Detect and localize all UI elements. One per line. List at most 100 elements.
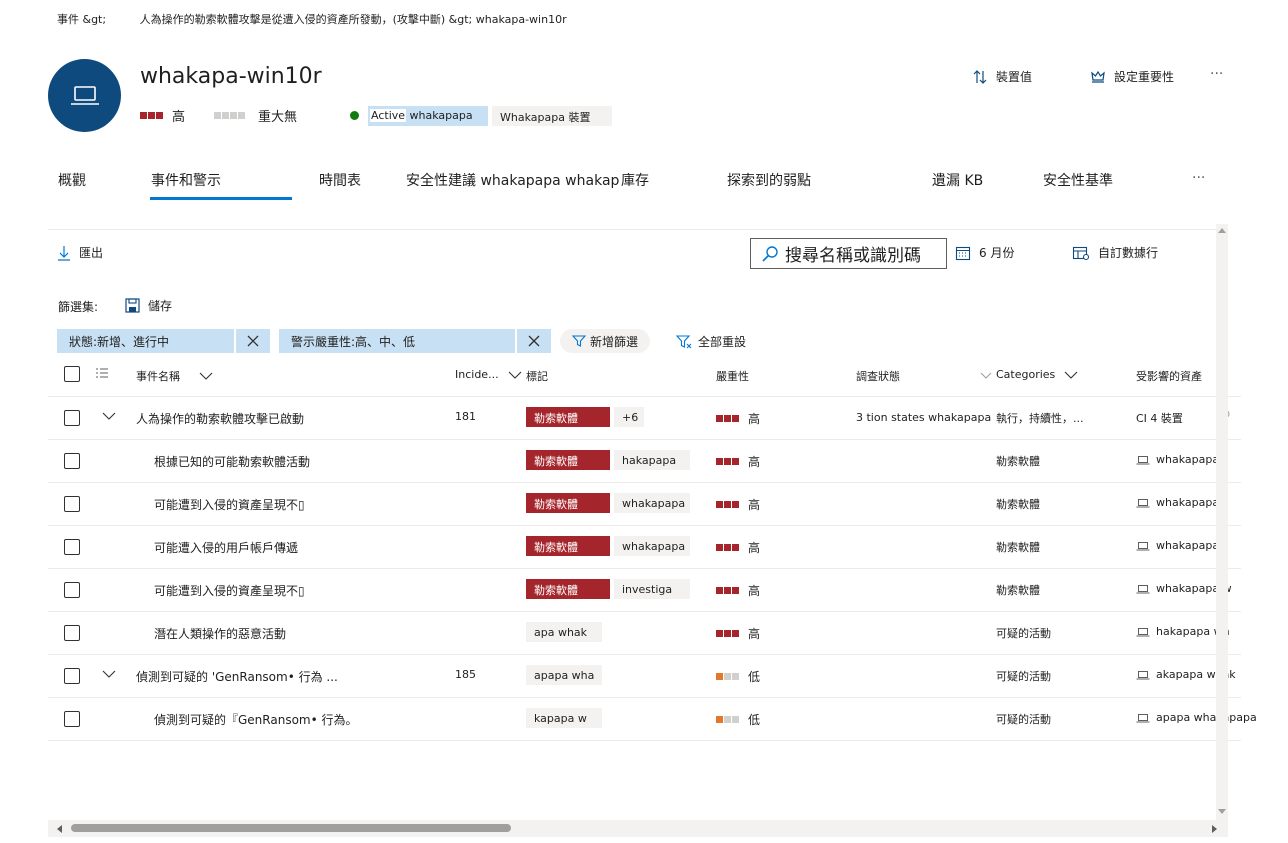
set-criticality-button[interactable]: 設定重要性 [1090,68,1174,85]
table-row[interactable]: 潛在人類操作的惡意活動 apa whak 高 可疑的活動 hakapapa wh [48,612,1241,655]
remove-status-filter-button[interactable] [236,329,270,353]
horizontal-scrollbar[interactable] [48,820,1228,837]
row-checkbox[interactable] [64,453,80,469]
row-checkbox[interactable] [64,582,80,598]
filter-chip-status[interactable]: 狀態:新增、進行中 [57,329,234,353]
export-button[interactable]: 匯出 [57,244,103,261]
search-input[interactable]: 搜尋名稱或識別碼 [750,238,947,269]
column-header-incident[interactable]: Incide... [455,368,523,381]
row-tag-2: investiga [614,579,690,599]
tab-security-recommendations[interactable]: 安全性建議 whakapapa whakap [406,170,619,190]
column-header-name[interactable]: 事件名稱 [136,368,214,384]
table-row[interactable]: 偵測到可疑的『GenRansom• 行為。 kapapa w 低 可疑的活動 a… [48,698,1257,741]
tab-discovered-vulnerabilities[interactable]: 探索到的弱點 [727,170,811,190]
select-all-checkbox[interactable] [64,366,80,382]
row-category: 可疑的活動 [996,713,1051,726]
row-asset[interactable]: apapa whakapapa [1136,711,1257,724]
tab-incidents-alerts[interactable]: 事件和警示 [151,170,221,190]
row-checkbox[interactable] [64,625,80,641]
laptop-icon [1136,713,1150,722]
more-actions-button[interactable]: ··· [1210,66,1223,82]
search-placeholder: 搜尋名稱或識別碼 [785,246,921,266]
column-header-categories[interactable]: Categories [996,368,1079,381]
sort-arrows-icon [973,69,987,84]
row-checkbox[interactable] [64,410,80,426]
filter-chip-severity[interactable]: 警示嚴重性:高、中、低 [279,329,515,353]
row-checkbox[interactable] [64,668,80,684]
table-row[interactable]: 人為操作的勒索軟體攻擊已啟動 181 勒索軟體 +6 高 3 tion stat… [48,397,1241,440]
save-icon [125,298,140,313]
row-asset[interactable]: whakapapa [1136,539,1219,552]
table-row[interactable]: 可能遭入侵的用戶帳戶傳遞 勒索軟體 whakapapa 高 勒索軟體 whaka… [48,526,1241,569]
custom-columns-button[interactable]: 自訂數據行 [1072,244,1158,261]
chevron-down-icon[interactable] [102,411,116,421]
add-filter-button[interactable]: 新增篩選 [560,329,651,353]
row-tag-more[interactable]: +6 [614,407,644,427]
row-name[interactable]: 偵測到可疑的『GenRansom• 行為。 [154,711,358,728]
criticality-label: 重大無 [258,110,298,125]
column-header-assets[interactable]: 受影響的資產 [1136,368,1202,384]
save-filter-button[interactable]: 儲存 [125,297,172,314]
horizontal-scroll-thumb[interactable] [71,824,511,832]
row-tag-2: apa whak [526,622,602,642]
active-tab-indicator [150,197,292,200]
tab-security-baselines[interactable]: 安全性基準 [1043,170,1113,190]
row-incident-id: 181 [455,410,476,423]
remove-severity-filter-button[interactable] [517,329,551,353]
row-name[interactable]: 潛在人類操作的惡意活動 [154,625,286,642]
laptop-icon [1136,498,1150,507]
row-name[interactable]: 偵測到可疑的 'GenRansom• 行為 ... [136,668,338,685]
scroll-left-icon[interactable] [55,824,63,834]
row-name[interactable]: 可能遭到入侵的資產呈現不▯ [154,582,305,599]
row-category: 勒索軟體 [996,584,1040,597]
date-range-button[interactable]: 6 月份 [955,244,1014,261]
scroll-right-icon[interactable] [1211,824,1219,834]
row-checkbox[interactable] [64,496,80,512]
reset-all-button[interactable]: 全部重設 [676,333,746,350]
table-row[interactable]: 可能遭到入侵的資產呈現不▯ 勒索軟體 investiga 高 勒索軟體 whak… [48,569,1241,612]
columns-settings-icon [1072,246,1090,260]
filter-set-label: 篩選集: [58,300,99,314]
row-name[interactable]: 人為操作的勒索軟體攻擊已啟動 [136,410,304,427]
table-row[interactable]: 可能遭到入侵的資產呈現不▯ 勒索軟體 whakapapa 高 勒索軟體 whak… [48,483,1241,526]
close-icon [528,335,540,347]
laptop-icon [1136,541,1150,550]
chevron-down-icon [980,372,992,379]
row-name[interactable]: 根據已知的可能勒索軟體活動 [154,453,310,470]
row-severity: 低 [716,668,760,685]
table-row[interactable]: 根據已知的可能勒索軟體活動 勒索軟體 hakapapa 高 勒索軟體 whaka… [48,440,1241,483]
row-investigation-state: 3 tion states whakapapa [856,411,992,424]
row-checkbox[interactable] [64,711,80,727]
column-header-severity[interactable]: 嚴重性 [716,368,749,384]
search-icon [762,245,778,262]
status-dot-icon [350,111,359,120]
row-name[interactable]: 可能遭到入侵的資產呈現不▯ [154,496,305,513]
breadcrumb-root-link[interactable]: 事件 &gt; [57,13,106,26]
device-value-button[interactable]: 裝置值 [972,68,1032,85]
row-severity: 高 [716,539,760,556]
chevron-down-icon[interactable] [102,669,116,679]
device-tag: Whakapapa 裝置 [492,106,612,126]
row-asset[interactable]: CI 4 裝置 [1136,410,1183,426]
row-name[interactable]: 可能遭入侵的用戶帳戶傳遞 [154,539,298,556]
group-by-icon[interactable] [95,367,109,384]
column-header-investigation[interactable]: 調查狀態 [856,368,992,384]
tab-overview[interactable]: 概觀 [58,170,86,190]
table-row[interactable]: 偵測到可疑的 'GenRansom• 行為 ... 185 apapa wha … [48,655,1241,698]
tab-missing-kbs[interactable]: 遺漏 KB [932,170,983,190]
tab-inventory[interactable]: 庫存 [621,170,649,190]
row-tag-2: hakapapa [614,450,690,470]
vertical-scrollbar[interactable] [1216,224,1228,820]
device-name: whakapa-win10r [140,64,322,89]
row-asset[interactable]: whakapapa [1136,496,1219,509]
scroll-down-icon[interactable] [1217,808,1227,816]
tab-more[interactable]: ··· [1192,170,1205,186]
row-checkbox[interactable] [64,539,80,555]
laptop-icon [70,85,99,105]
column-header-tags[interactable]: 標記 [526,368,548,384]
scroll-up-icon[interactable] [1217,226,1227,234]
breadcrumb: 事件 &gt; 人為操作的勒索軟體攻擊是從遭入侵的資產所發動，(攻擊中斷) &g… [57,11,567,27]
tab-timeline[interactable]: 時間表 [319,170,361,190]
row-asset[interactable]: whakapapa [1136,453,1219,466]
row-tag: 勒索軟體 [526,579,610,599]
